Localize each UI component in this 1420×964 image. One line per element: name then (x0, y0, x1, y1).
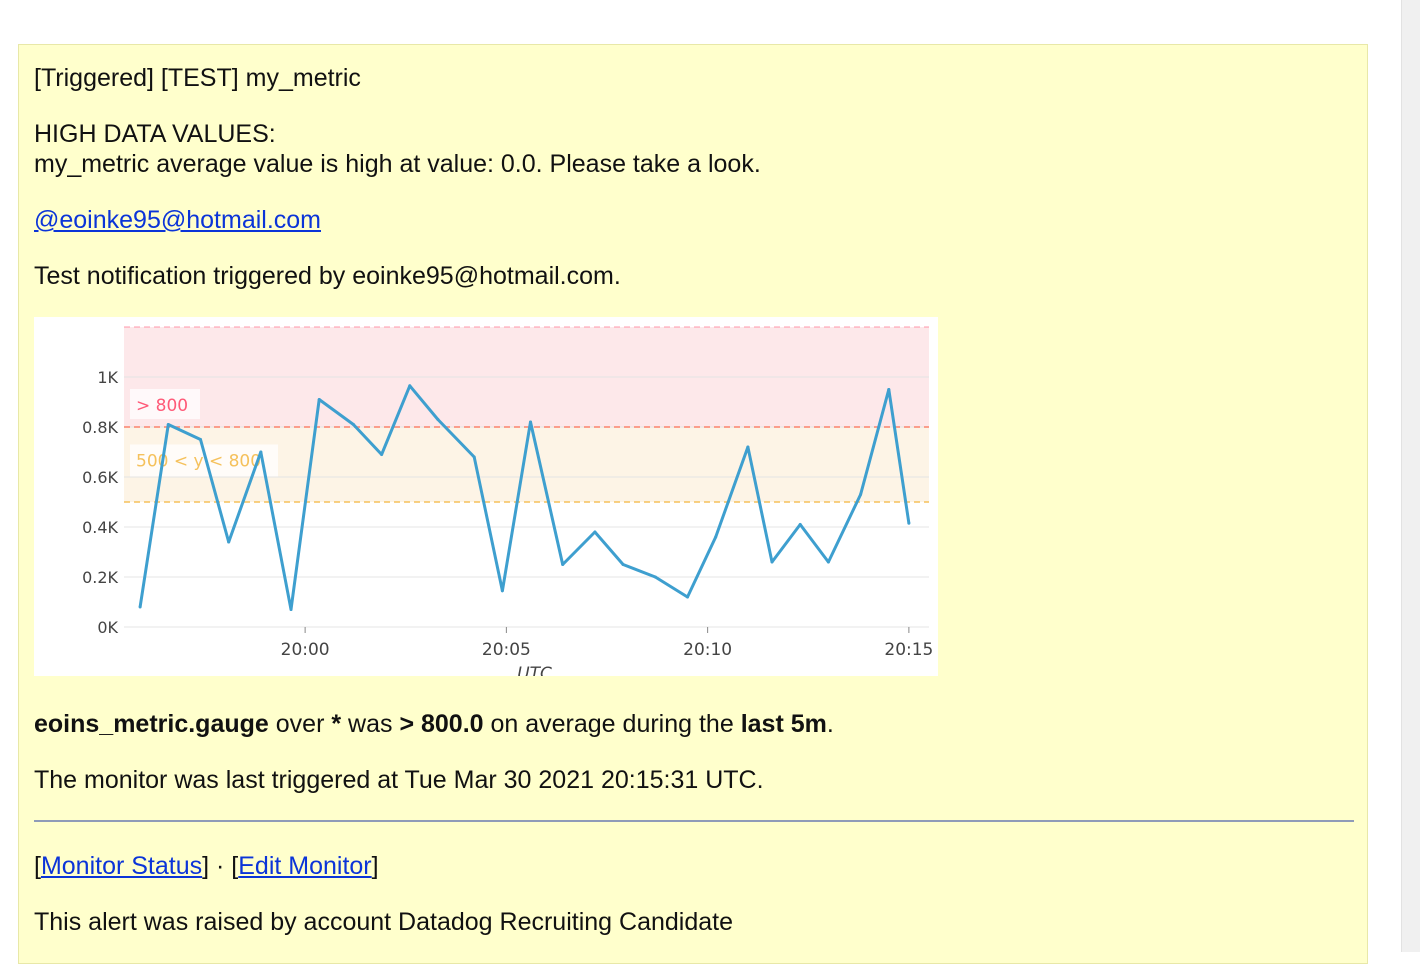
data-point-0-13 (529, 420, 533, 424)
monitor-status-link[interactable]: Monitor Status (41, 852, 202, 880)
divider (34, 820, 1354, 822)
data-point-0-15 (593, 530, 597, 534)
x-axis-label: UTC (517, 664, 552, 676)
edit-monitor-link[interactable]: Edit Monitor (238, 852, 371, 880)
data-point-0-9 (408, 384, 412, 388)
metric-chart-svg: > 800 500 < y < 800 0K 0.2K 0.4K 0.6K 0.8K 1K 20… (82, 326, 933, 684)
summary-on-average: on average during the (483, 710, 741, 738)
last-triggered: The monitor was last triggered at Tue Ma… (34, 766, 764, 794)
alert-message: my_metric average value is high at value… (34, 150, 761, 178)
alert-subject: [Triggered] [TEST] my_metric (34, 64, 361, 92)
data-point-0-3 (227, 540, 231, 544)
link-separator: ] · [ (202, 852, 239, 880)
monitor-summary: eoins_metric.gauge over * was > 800.0 on… (34, 709, 834, 739)
data-point-0-2 (198, 438, 202, 441)
data-point-0-6 (317, 398, 321, 401)
summary-threshold: > 800.0 (399, 710, 484, 738)
metric-chart: > 800 500 < y < 800 0K 0.2K 0.4K 0.6K 0.8K 1K 20… (34, 317, 938, 684)
data-point-0-10 (436, 418, 440, 421)
y-tick-label-1: 0.2K (82, 568, 118, 587)
data-point-0-12 (500, 589, 504, 593)
data-point-0-14 (561, 563, 565, 566)
test-notification-note: Test notification triggered by eoinke95@… (34, 262, 621, 290)
data-point-0-22 (798, 523, 802, 526)
summary-over: over (268, 710, 332, 738)
data-point-0-16 (621, 563, 625, 566)
data-point-0-5 (289, 608, 293, 611)
data-point-0-19 (714, 535, 718, 539)
summary-scope: * (331, 710, 342, 738)
data-point-0-17 (653, 575, 657, 579)
data-point-0-20 (746, 445, 750, 449)
bracket-open: [ (34, 852, 41, 880)
data-point-0-18 (686, 595, 689, 599)
summary-metric: eoins_metric.gauge (34, 710, 269, 738)
y-tick-label-5: 1K (97, 368, 118, 387)
data-point-0-26 (907, 521, 911, 525)
data-point-0-24 (859, 493, 863, 496)
data-point-0-7 (351, 423, 355, 426)
x-tick-label-2: 20:10 (683, 640, 732, 660)
mention-link[interactable]: @eoinke95@hotmail.com (34, 206, 321, 234)
x-tick-label-0: 20:00 (281, 640, 330, 660)
data-point-0-23 (826, 560, 830, 564)
alert-heading: HIGH DATA VALUES: (34, 120, 276, 148)
page-scrollbar[interactable] (1401, 0, 1420, 952)
footer-account: This alert was raised by account Datadog… (34, 908, 733, 936)
summary-end: . (826, 710, 834, 738)
y-tick-label-2: 0.4K (82, 518, 118, 537)
data-point-0-21 (770, 560, 774, 564)
alert-message-box: [Triggered] [TEST] my_metric HIGH DATA V… (18, 44, 1368, 964)
monitor-links: [Monitor Status] · [Edit Monitor] (34, 851, 379, 881)
y-tick-label-4: 0.8K (82, 418, 118, 437)
data-point-0-11 (472, 455, 476, 459)
data-point-0-0 (138, 605, 142, 609)
x-tick-label-1: 20:05 (482, 640, 531, 660)
data-point-0-1 (166, 423, 170, 426)
summary-was: was (341, 710, 400, 738)
x-tick-label-3: 20:15 (884, 640, 933, 660)
y-tick-label-0: 0K (97, 618, 118, 637)
threshold-label-0: > 800 (136, 396, 188, 416)
threshold-label-1: 500 < y < 800 (136, 452, 261, 472)
y-tick-label-3: 0.6K (82, 468, 118, 487)
data-point-0-8 (380, 453, 384, 456)
summary-window: last 5m (740, 710, 827, 738)
bracket-close: ] (371, 852, 379, 880)
data-point-0-4 (259, 450, 263, 454)
data-point-0-25 (887, 388, 891, 391)
